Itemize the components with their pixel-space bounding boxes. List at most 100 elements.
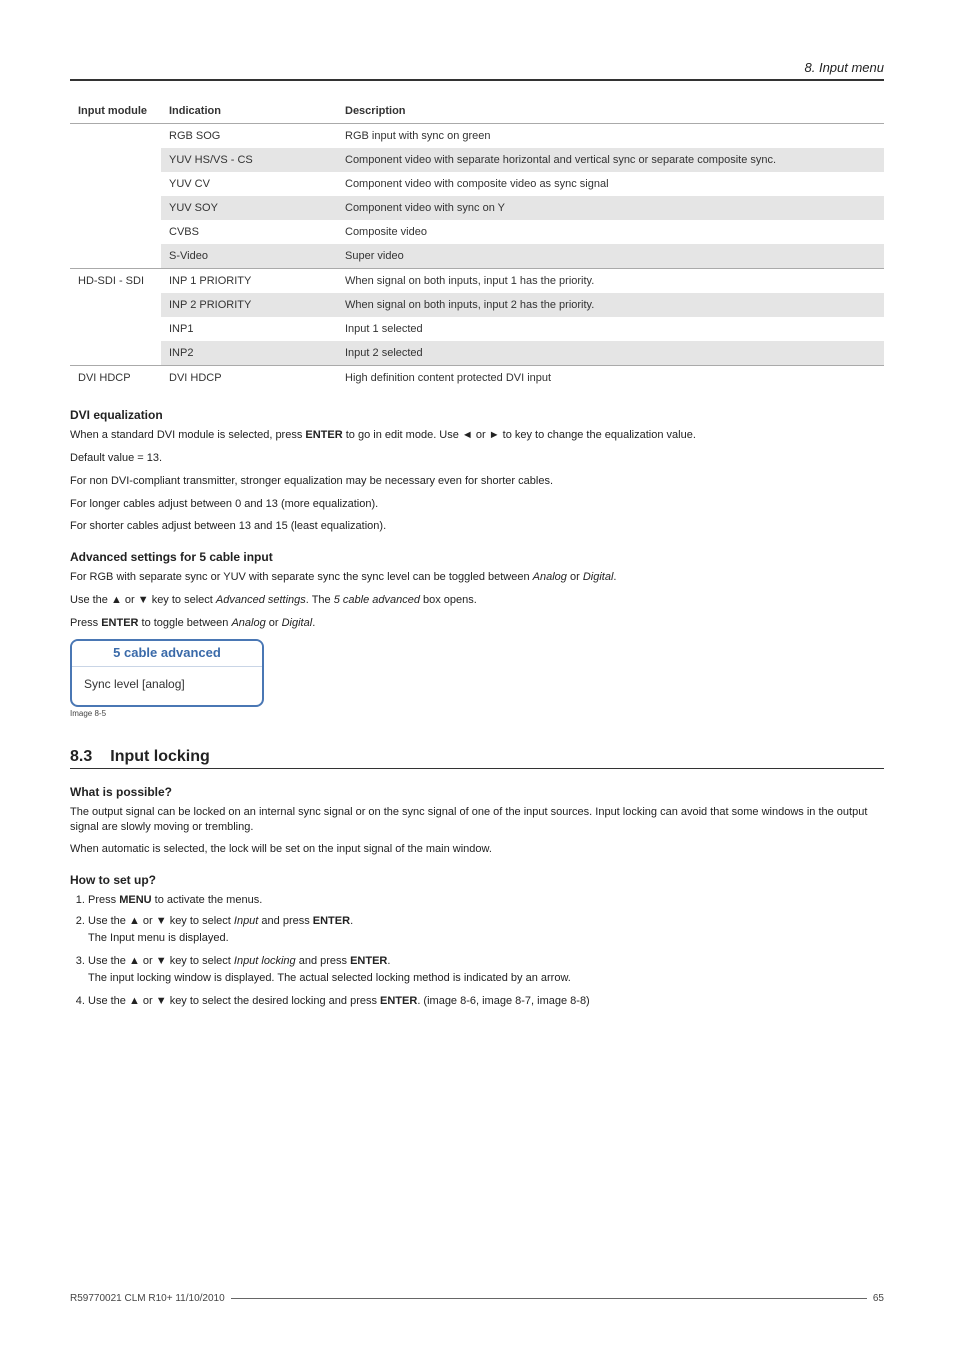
text: and press <box>296 955 350 967</box>
text: and press <box>258 915 312 927</box>
adv-p1: For RGB with separate sync or YUV with s… <box>70 570 884 585</box>
footer-page-number: 65 <box>873 1293 884 1304</box>
em: Analog <box>533 571 567 583</box>
text: Use the ▲ or ▼ key to select <box>70 594 216 606</box>
cell-desc: Input 2 selected <box>337 341 884 366</box>
table-row: HD-SDI - SDI INP 1 PRIORITY When signal … <box>70 269 884 293</box>
dialog-body: Sync level [analog] <box>72 667 262 705</box>
table-row: INP1 Input 1 selected <box>70 317 884 341</box>
dialog-5-cable-advanced: 5 cable advanced Sync level [analog] <box>70 639 264 707</box>
th-description: Description <box>337 99 884 124</box>
cell-ind: YUV HS/VS - CS <box>161 148 337 172</box>
table-row: INP2 Input 2 selected <box>70 341 884 366</box>
table-row: INP 2 PRIORITY When signal on both input… <box>70 293 884 317</box>
cell-ind: INP2 <box>161 341 337 366</box>
cell-desc: Component video with sync on Y <box>337 196 884 220</box>
footer-rule <box>231 1298 867 1299</box>
text: . <box>350 915 353 927</box>
what-heading: What is possible? <box>70 785 884 799</box>
table-row: DVI HDCP DVI HDCP High definition conten… <box>70 366 884 390</box>
text: to go in edit mode. Use ◄ or ► to key to… <box>343 429 696 441</box>
text: . <box>613 571 616 583</box>
step-4: Use the ▲ or ▼ key to select the desired… <box>88 994 884 1009</box>
cell-ind: INP 1 PRIORITY <box>161 269 337 293</box>
cell-module: DVI HDCP <box>70 366 161 390</box>
em: Input <box>234 915 258 927</box>
text: . The <box>306 594 334 606</box>
step-2: Use the ▲ or ▼ key to select Input and p… <box>88 914 884 946</box>
key-menu: MENU <box>119 894 151 906</box>
page: 8. Input menu Input module Indication De… <box>0 0 954 1350</box>
text: . (image 8-6, image 8-7, image 8-8) <box>417 995 589 1007</box>
section-number: 8.3 <box>70 748 92 766</box>
cell-desc: Super video <box>337 244 884 269</box>
text: Use the ▲ or ▼ key to select <box>88 915 234 927</box>
cell-desc: Component video with composite video as … <box>337 172 884 196</box>
table-row: YUV HS/VS - CS Component video with sepa… <box>70 148 884 172</box>
step-1: Press MENU to activate the menus. <box>88 893 884 908</box>
em: Input locking <box>234 955 296 967</box>
dvi-eq-p5: For shorter cables adjust between 13 and… <box>70 519 884 534</box>
text: to activate the menus. <box>152 894 263 906</box>
section-rule <box>70 768 884 769</box>
what-p2: When automatic is selected, the lock wil… <box>70 842 884 857</box>
text: Use the ▲ or ▼ key to select the desired… <box>88 995 380 1007</box>
em: Digital <box>583 571 614 583</box>
dvi-eq-p1: When a standard DVI module is selected, … <box>70 428 884 443</box>
page-footer: R59770021 CLM R10+ 11/10/2010 65 <box>70 1293 884 1304</box>
key-enter: ENTER <box>350 955 387 967</box>
key-enter: ENTER <box>101 617 138 629</box>
how-heading: How to set up? <box>70 873 884 887</box>
dvi-eq-p3: For non DVI-compliant transmitter, stron… <box>70 474 884 489</box>
cell-desc: Input 1 selected <box>337 317 884 341</box>
steps-list: Press MENU to activate the menus. Use th… <box>70 893 884 1008</box>
text: . <box>387 955 390 967</box>
what-p1: The output signal can be locked on an in… <box>70 805 884 835</box>
text: box opens. <box>420 594 477 606</box>
dvi-eq-p4: For longer cables adjust between 0 and 1… <box>70 497 884 512</box>
dvi-eq-p2: Default value = 13. <box>70 451 884 466</box>
key-enter: ENTER <box>380 995 417 1007</box>
table-row: S-Video Super video <box>70 244 884 269</box>
cell-ind: YUV SOY <box>161 196 337 220</box>
dvi-eq-heading: DVI equalization <box>70 408 884 422</box>
table-row: YUV SOY Component video with sync on Y <box>70 196 884 220</box>
cell-ind: DVI HDCP <box>161 366 337 390</box>
step-2-note: The Input menu is displayed. <box>88 931 884 946</box>
cell-module: HD-SDI - SDI <box>70 269 161 366</box>
text: Press <box>88 894 119 906</box>
cell-ind: YUV CV <box>161 172 337 196</box>
em: Advanced settings <box>216 594 306 606</box>
chapter-header: 8. Input menu <box>70 60 884 79</box>
th-indication: Indication <box>161 99 337 124</box>
adv-p2: Use the ▲ or ▼ key to select Advanced se… <box>70 593 884 608</box>
cell-desc: When signal on both inputs, input 2 has … <box>337 293 884 317</box>
text: Use the ▲ or ▼ key to select <box>88 955 234 967</box>
table-row: RGB SOG RGB input with sync on green <box>70 124 884 148</box>
key-enter: ENTER <box>305 429 342 441</box>
text: or <box>266 617 282 629</box>
dialog-title: 5 cable advanced <box>72 641 262 667</box>
table-row: CVBS Composite video <box>70 220 884 244</box>
text: or <box>567 571 583 583</box>
em: Analog <box>231 617 265 629</box>
section-title: Input locking <box>110 748 210 766</box>
text: to toggle between <box>138 617 231 629</box>
text: . <box>312 617 315 629</box>
cell-ind: RGB SOG <box>161 124 337 148</box>
cell-desc: Component video with separate horizontal… <box>337 148 884 172</box>
footer-left: R59770021 CLM R10+ 11/10/2010 <box>70 1293 225 1304</box>
th-input-module: Input module <box>70 99 161 124</box>
em: Digital <box>282 617 313 629</box>
key-enter: ENTER <box>313 915 350 927</box>
cell-desc: When signal on both inputs, input 1 has … <box>337 269 884 293</box>
indication-table: Input module Indication Description RGB … <box>70 99 884 390</box>
cell-module <box>70 124 161 269</box>
step-3-note: The input locking window is displayed. T… <box>88 971 884 986</box>
cell-desc: Composite video <box>337 220 884 244</box>
figure-caption: Image 8-5 <box>70 709 884 718</box>
section-heading: 8.3 Input locking <box>70 748 884 766</box>
adv-heading: Advanced settings for 5 cable input <box>70 550 884 564</box>
cell-ind: INP1 <box>161 317 337 341</box>
cell-ind: CVBS <box>161 220 337 244</box>
